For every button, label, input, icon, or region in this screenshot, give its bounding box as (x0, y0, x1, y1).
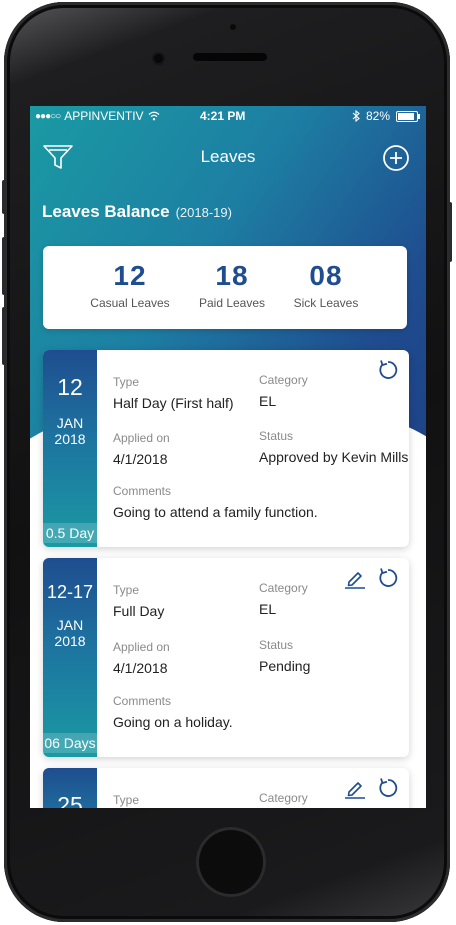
balance-sick: 08 Sick Leaves (271, 260, 381, 310)
signal-dots-icon: ●●●○○ (35, 110, 61, 122)
bluetooth-icon (352, 110, 360, 122)
field-label: Comments (113, 484, 172, 498)
field-label: Type (113, 375, 140, 389)
field-label: Type (113, 583, 140, 597)
page-title: Leaves (200, 147, 256, 166)
balance-casual: 12 Casual Leaves (75, 260, 185, 310)
leave-applied-on: Applied on 4/1/2018 (113, 431, 170, 467)
field-value: Half Day (First half) (113, 395, 234, 411)
leave-card[interactable]: 12-17 JAN 2018 06 Days Type Full Day Cat… (43, 558, 409, 757)
leave-day: 25 (57, 792, 83, 808)
leave-comments: Comments Going to attend a family functi… (113, 484, 318, 520)
edit-icon[interactable] (343, 566, 367, 590)
leave-status: Status Approved by Kevin Mills (259, 429, 408, 465)
field-label: Type (113, 793, 140, 807)
volume-up-button (2, 237, 6, 295)
field-value: Going on a holiday. (113, 714, 233, 730)
app-screen: ●●●○○ APPINVENTIV 4:21 PM 82% Leaves Lea… (30, 106, 426, 808)
balance-label: Casual Leaves (90, 296, 170, 310)
field-label: Applied on (113, 640, 170, 654)
field-value: 4/1/2018 (113, 660, 168, 676)
status-time: 4:21 PM (200, 109, 246, 123)
earpiece-speaker (193, 53, 267, 61)
leave-card[interactable]: 12 JAN 2018 0.5 Day Type Half Day (First… (43, 350, 409, 547)
balance-card: 12 Casual Leaves 18 Paid Leaves 08 Sick … (43, 246, 407, 329)
field-label: Applied on (113, 431, 170, 445)
field-value: Approved by Kevin Mills (259, 449, 409, 465)
balance-count: 08 (309, 260, 343, 291)
add-leave-icon[interactable] (382, 144, 410, 172)
field-label: Status (259, 638, 294, 652)
leave-date-strip: 25 (43, 768, 97, 808)
balance-count: 12 (113, 260, 147, 291)
field-value: 4/1/2018 (113, 451, 168, 467)
volume-down-button (2, 307, 6, 365)
leave-month: JAN (56, 415, 84, 431)
revoke-icon[interactable] (376, 358, 400, 382)
battery-icon (396, 110, 420, 122)
proximity-sensor (230, 24, 236, 30)
leave-category: Category EL (259, 373, 308, 409)
leave-type: Type Full Day (113, 583, 164, 619)
field-label: Comments (113, 694, 172, 708)
field-value: Full Day (113, 603, 165, 619)
leave-date-strip: 12-17 JAN 2018 06 Days (43, 558, 97, 757)
leave-year: 2018 (54, 431, 86, 447)
leave-card[interactable]: 25 Type Category (43, 768, 409, 808)
wifi-icon (148, 111, 159, 121)
leave-type: Type (113, 793, 139, 807)
field-label: Category (259, 791, 308, 805)
leave-year: 2018 (54, 633, 86, 649)
balance-heading: Leaves Balance (2018-19) (42, 202, 232, 222)
front-camera (154, 54, 163, 63)
nav-bar: Leaves (30, 142, 426, 172)
carrier-name: APPINVENTIV (64, 109, 144, 123)
field-label: Category (259, 373, 308, 387)
field-value: EL (259, 601, 277, 617)
balance-period: (2018-19) (175, 205, 232, 220)
status-bar: ●●●○○ APPINVENTIV 4:21 PM 82% (30, 106, 426, 126)
leave-category: Category EL (259, 581, 308, 617)
leave-date-strip: 12 JAN 2018 0.5 Day (43, 350, 97, 547)
edit-icon[interactable] (343, 776, 367, 800)
leave-duration: 0.5 Day (43, 523, 97, 543)
home-button (196, 827, 266, 897)
leave-day: 12 (57, 374, 83, 400)
battery-percent: 82% (365, 109, 390, 123)
power-button (448, 202, 452, 262)
field-label: Category (259, 581, 308, 595)
balance-title: Leaves Balance (42, 202, 170, 221)
field-value: Going to attend a family function. (113, 504, 318, 520)
revoke-icon[interactable] (376, 776, 400, 800)
field-label: Status (259, 429, 294, 443)
balance-label: Sick Leaves (293, 296, 359, 310)
leave-category: Category (259, 791, 308, 805)
field-value: Pending (259, 658, 311, 674)
leave-status: Status Pending (259, 638, 310, 674)
leave-type: Type Half Day (First half) (113, 375, 234, 411)
mute-switch (2, 180, 6, 214)
leave-month: JAN (56, 617, 84, 633)
revoke-icon[interactable] (376, 566, 400, 590)
leave-day: 12-17 (46, 582, 94, 602)
leave-comments: Comments Going on a holiday. (113, 694, 233, 730)
leave-duration: 06 Days (43, 733, 97, 753)
leave-applied-on: Applied on 4/1/2018 (113, 640, 170, 676)
field-value: EL (259, 393, 277, 409)
